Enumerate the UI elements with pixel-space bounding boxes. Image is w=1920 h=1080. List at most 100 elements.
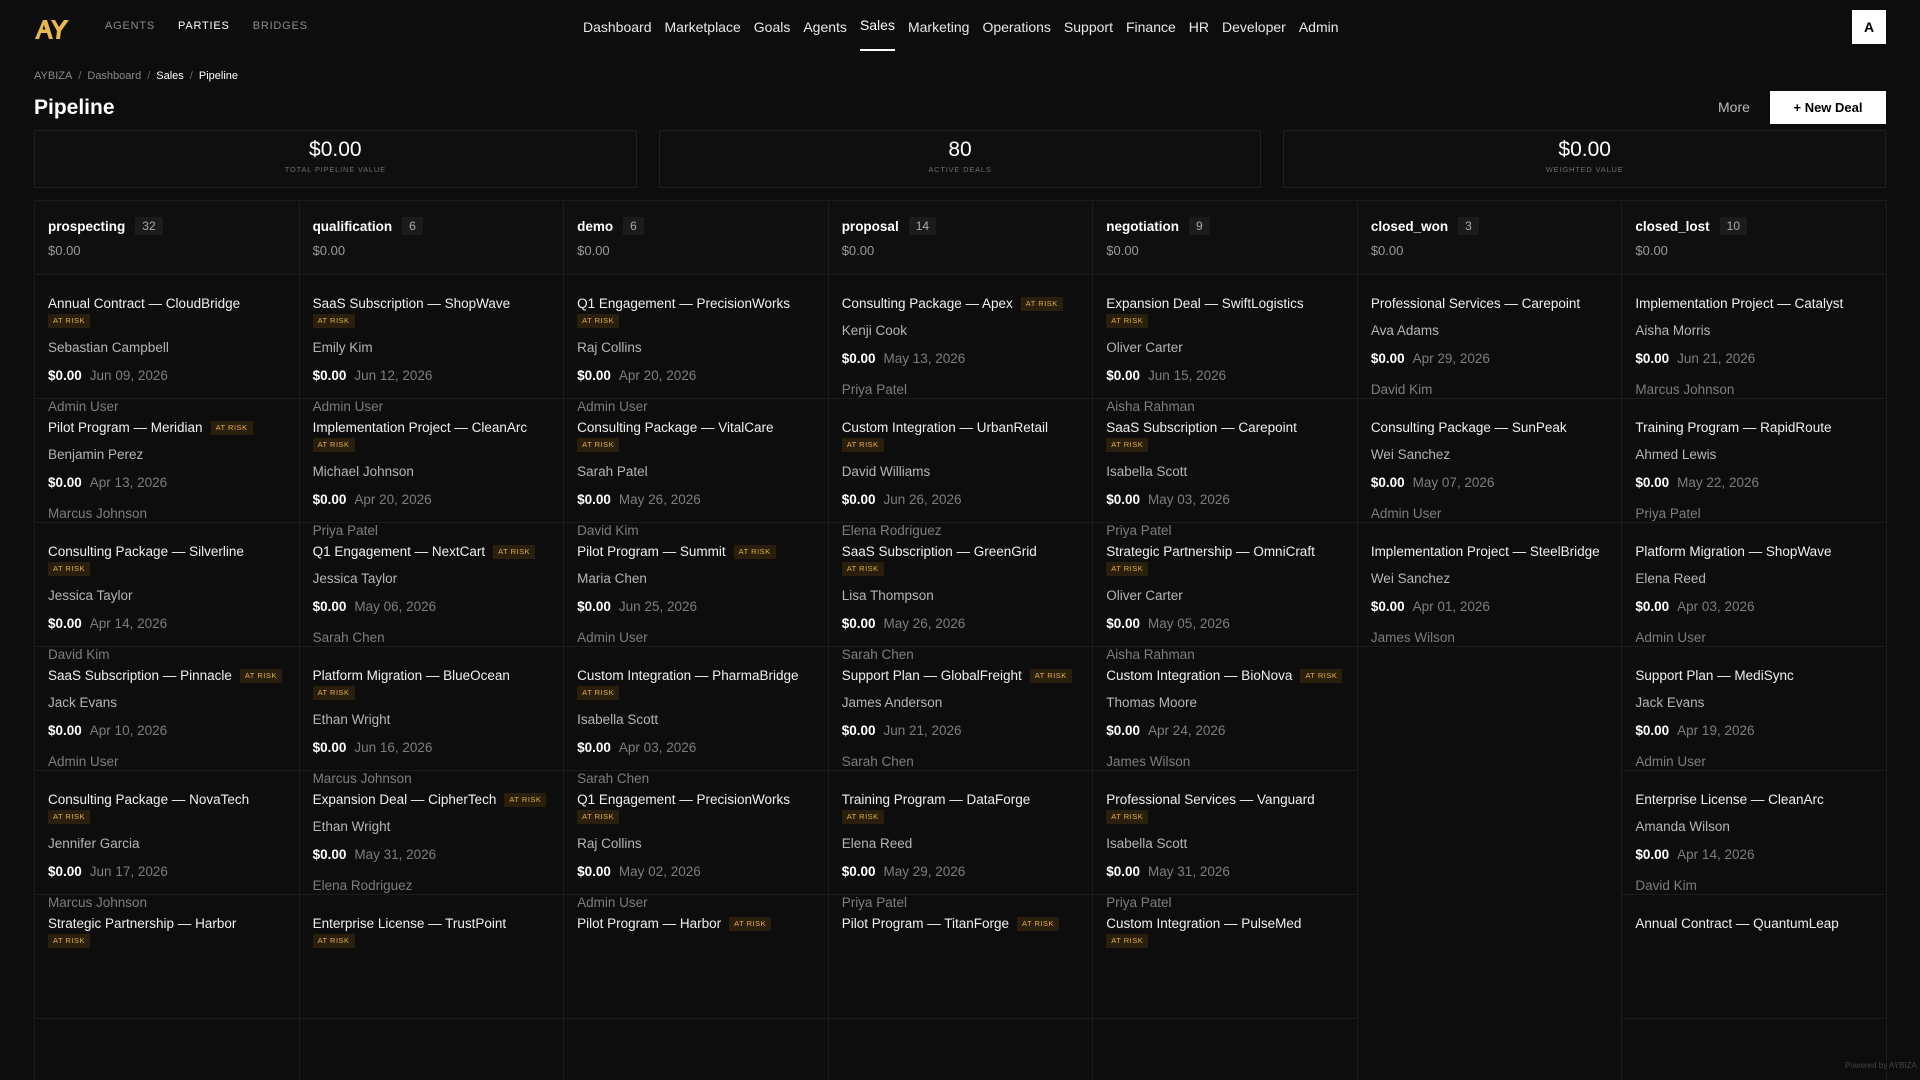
deal-title[interactable]: Consulting Package — Apex (842, 296, 1013, 311)
deal-card[interactable]: Pilot Program — Summit AT RISK Maria Chen $… (564, 523, 828, 647)
deal-title[interactable]: Expansion Deal — CipherTech (313, 792, 497, 807)
deal-title[interactable]: Annual Contract — CloudBridge (48, 296, 240, 311)
nav-support[interactable]: Support (1064, 0, 1113, 54)
deal-title[interactable]: Professional Services — Carepoint (1371, 296, 1580, 311)
deal-title[interactable]: SaaS Subscription — Carepoint (1106, 420, 1297, 435)
deal-title[interactable]: Enterprise License — TrustPoint (313, 916, 507, 931)
deal-title[interactable]: Annual Contract — QuantumLeap (1635, 916, 1838, 931)
deal-card[interactable]: Enterprise License — CleanArc Amanda Wils… (1622, 771, 1886, 895)
deal-card[interactable]: Consulting Package — Apex AT RISK Kenji Co… (828, 275, 1093, 399)
aybiza-logo-icon[interactable] (33, 17, 71, 41)
nav-sales[interactable]: Sales (859, 0, 895, 54)
deal-card[interactable]: Custom Integration — PharmaBridge AT RISK… (564, 647, 828, 786)
new-deal-button[interactable]: + New Deal (1770, 91, 1886, 124)
deal-card[interactable]: Implementation Project — CleanArc AT RISK… (299, 399, 564, 538)
deal-title[interactable]: Custom Integration — PulseMed (1106, 916, 1301, 931)
deal-title[interactable]: Implementation Project — CleanArc (313, 420, 528, 435)
deal-title[interactable]: Consulting Package — VitalCare (577, 420, 773, 435)
deal-card[interactable]: SaaS Subscription — Pinnacle AT RISK Jack … (35, 647, 299, 771)
deal-title[interactable]: Pilot Program — Summit (577, 544, 726, 559)
deal-title[interactable]: Consulting Package — Silverline (48, 544, 244, 559)
nav-developer[interactable]: Developer (1222, 0, 1286, 54)
deal-title[interactable]: Platform Migration — ShopWave (1635, 544, 1831, 559)
tab-bridges[interactable]: BRIDGES (253, 20, 308, 32)
nav-admin[interactable]: Admin (1299, 0, 1339, 54)
nav-marketing[interactable]: Marketing (908, 0, 969, 54)
deal-title[interactable]: Consulting Package — SunPeak (1371, 420, 1567, 435)
deal-card[interactable]: Pilot Program — TitanForge AT RISK (828, 895, 1093, 1019)
deal-title[interactable]: Consulting Package — NovaTech (48, 792, 249, 807)
nav-operations[interactable]: Operations (982, 0, 1050, 54)
deal-card[interactable]: Q1 Engagement — PrecisionWorks AT RISK Raj… (564, 275, 828, 414)
deal-title[interactable]: SaaS Subscription — ShopWave (313, 296, 511, 311)
more-button[interactable]: More (1718, 99, 1750, 115)
deal-card[interactable]: Consulting Package — SunPeak Wei Sanchez $… (1357, 399, 1622, 523)
breadcrumb-aybiza[interactable]: AYBIZA (34, 70, 72, 82)
deal-card[interactable]: Platform Migration — ShopWave Elena Reed $… (1622, 523, 1886, 647)
deal-card[interactable]: Custom Integration — UrbanRetail AT RISK D… (828, 399, 1093, 538)
tab-parties[interactable]: PARTIES (178, 20, 230, 32)
deal-card[interactable]: Expansion Deal — CipherTech AT RISK Ethan … (299, 771, 564, 895)
deal-card[interactable]: Q1 Engagement — PrecisionWorks AT RISK Raj… (564, 771, 828, 910)
deal-title[interactable]: Pilot Program — Meridian (48, 420, 203, 435)
deal-card[interactable]: Annual Contract — CloudBridge AT RISK Seba… (35, 275, 299, 414)
deal-card[interactable]: SaaS Subscription — Carepoint AT RISK Isab… (1093, 399, 1357, 538)
nav-goals[interactable]: Goals (754, 0, 791, 54)
deal-card[interactable]: Professional Services — Carepoint Ava Ada… (1357, 275, 1622, 399)
deal-title[interactable]: Support Plan — MediSync (1635, 668, 1793, 683)
deal-card[interactable]: Implementation Project — SteelBridge Wei … (1357, 523, 1622, 647)
deal-card[interactable]: Annual Contract — QuantumLeap (1622, 895, 1886, 1019)
deal-title[interactable]: Enterprise License — CleanArc (1635, 792, 1823, 807)
deal-card[interactable]: Support Plan — MediSync Jack Evans $0.00 Ap… (1622, 647, 1886, 771)
deal-card[interactable]: Training Program — DataForge AT RISK Elena… (828, 771, 1093, 910)
nav-marketplace[interactable]: Marketplace (665, 0, 741, 54)
deal-title[interactable]: Pilot Program — TitanForge (842, 916, 1009, 931)
deal-card[interactable]: Support Plan — GlobalFreight AT RISK James… (828, 647, 1093, 771)
deal-card[interactable]: Training Program — RapidRoute Ahmed Lewis… (1622, 399, 1886, 523)
deal-card[interactable]: SaaS Subscription — GreenGrid AT RISK Lisa… (828, 523, 1093, 662)
deal-title[interactable]: Training Program — DataForge (842, 792, 1031, 807)
deal-title[interactable]: Support Plan — GlobalFreight (842, 668, 1022, 683)
tab-agents[interactable]: AGENTS (105, 20, 155, 32)
deal-card[interactable]: Pilot Program — Meridian AT RISK Benjamin … (35, 399, 299, 523)
user-avatar[interactable]: A (1852, 10, 1886, 44)
nav-dashboard[interactable]: Dashboard (583, 0, 652, 54)
deal-card[interactable]: Expansion Deal — SwiftLogistics AT RISK Ol… (1093, 275, 1357, 414)
deal-title[interactable]: Custom Integration — UrbanRetail (842, 420, 1048, 435)
deal-title[interactable]: Q1 Engagement — PrecisionWorks (577, 296, 790, 311)
deal-card[interactable]: Custom Integration — BioNova AT RISK Thoma… (1093, 647, 1357, 771)
deal-title[interactable]: Pilot Program — Harbor (577, 916, 721, 931)
deal-title[interactable]: Expansion Deal — SwiftLogistics (1106, 296, 1303, 311)
deal-card[interactable]: Professional Services — Vanguard AT RISK I… (1093, 771, 1357, 910)
deal-title[interactable]: Custom Integration — BioNova (1106, 668, 1292, 683)
breadcrumb-sales[interactable]: Sales (156, 70, 184, 82)
nav-hr[interactable]: HR (1189, 0, 1209, 54)
deal-title[interactable]: Custom Integration — PharmaBridge (577, 668, 798, 683)
deal-card[interactable]: Q1 Engagement — NextCart AT RISK Jessica T… (299, 523, 564, 647)
deal-card[interactable]: Consulting Package — NovaTech AT RISK Jenn… (35, 771, 299, 910)
breadcrumb-dashboard[interactable]: Dashboard (87, 70, 141, 82)
deal-card[interactable]: Custom Integration — PulseMed AT RISK (1093, 895, 1357, 1019)
deal-title[interactable]: SaaS Subscription — GreenGrid (842, 544, 1037, 559)
deal-card[interactable]: Consulting Package — Silverline AT RISK Je… (35, 523, 299, 662)
deal-title[interactable]: Strategic Partnership — Harbor (48, 916, 236, 931)
deal-title[interactable]: Training Program — RapidRoute (1635, 420, 1831, 435)
deal-title[interactable]: Strategic Partnership — OmniCraft (1106, 544, 1315, 559)
deal-card[interactable]: Strategic Partnership — OmniCraft AT RISK… (1093, 523, 1357, 662)
deal-title[interactable]: Implementation Project — SteelBridge (1371, 544, 1600, 559)
deal-card[interactable]: Implementation Project — Catalyst Aisha M… (1622, 275, 1886, 399)
deal-title[interactable]: SaaS Subscription — Pinnacle (48, 668, 232, 683)
deal-title[interactable]: Q1 Engagement — PrecisionWorks (577, 792, 790, 807)
deal-title[interactable]: Platform Migration — BlueOcean (313, 668, 510, 683)
deal-card[interactable]: SaaS Subscription — ShopWave AT RISK Emily… (299, 275, 564, 414)
deal-title[interactable]: Implementation Project — Catalyst (1635, 296, 1843, 311)
deal-card[interactable]: Strategic Partnership — Harbor AT RISK (35, 895, 299, 1019)
deal-title[interactable]: Professional Services — Vanguard (1106, 792, 1314, 807)
deal-card[interactable]: Consulting Package — VitalCare AT RISK Sar… (564, 399, 828, 538)
nav-finance[interactable]: Finance (1126, 0, 1176, 54)
deal-card[interactable]: Enterprise License — TrustPoint AT RISK (299, 895, 564, 1019)
deal-card[interactable]: Pilot Program — Harbor AT RISK (564, 895, 828, 1019)
deal-card[interactable]: Platform Migration — BlueOcean AT RISK Eth… (299, 647, 564, 786)
deal-title[interactable]: Q1 Engagement — NextCart (313, 544, 486, 559)
nav-agents[interactable]: Agents (803, 0, 847, 54)
